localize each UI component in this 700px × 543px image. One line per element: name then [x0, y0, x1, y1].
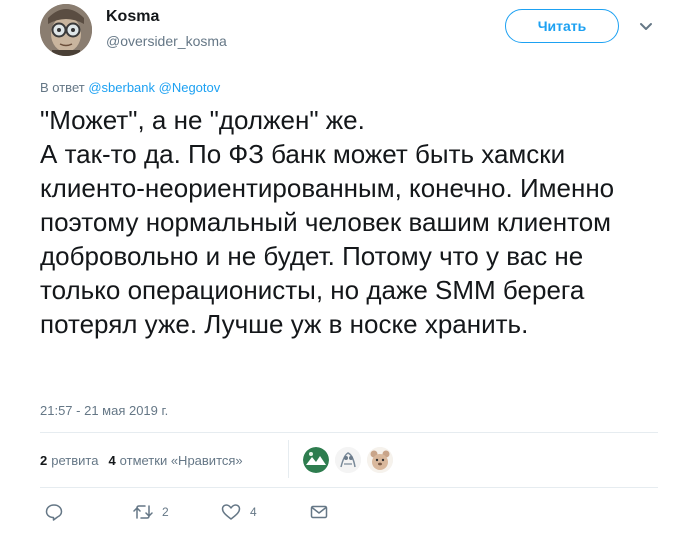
likes-label: отметки «Нравится»: [119, 452, 243, 468]
retweets-count: 2: [40, 452, 48, 468]
liker-avatar[interactable]: [367, 447, 393, 473]
retweet-button[interactable]: 2: [132, 502, 169, 522]
retweet-icon: [132, 502, 154, 522]
author-avatar[interactable]: [40, 4, 92, 56]
follow-button[interactable]: Читать: [505, 9, 619, 43]
mention-link[interactable]: @sberbank: [88, 80, 155, 95]
like-count: 4: [250, 505, 257, 519]
liker-avatar[interactable]: [303, 447, 329, 473]
tweet-stats: 2 ретвита 4 отметки «Нравится»: [40, 447, 253, 473]
like-button[interactable]: 4: [220, 502, 257, 522]
retweet-count: 2: [162, 505, 169, 519]
liker-avatar[interactable]: [335, 447, 361, 473]
envelope-icon: [309, 502, 329, 522]
author-name[interactable]: Kosma: [106, 8, 159, 26]
reply-icon: [44, 502, 64, 522]
reply-button[interactable]: [44, 502, 64, 522]
divider: [40, 432, 658, 433]
retweets-stat[interactable]: 2 ретвита: [40, 453, 98, 468]
retweets-label: ретвита: [51, 452, 99, 468]
likes-count: 4: [108, 452, 116, 468]
stats-separator: [288, 440, 289, 478]
direct-message-button[interactable]: [309, 502, 329, 522]
tweet-text: "Может", а не "должен" же. А так-то да. …: [40, 105, 615, 339]
chevron-down-icon[interactable]: [638, 20, 654, 32]
heart-icon: [220, 502, 242, 522]
author-handle[interactable]: @oversider_kosma: [106, 33, 227, 49]
likes-stat[interactable]: 4 отметки «Нравится»: [108, 453, 242, 468]
likers-avatars: [303, 447, 393, 473]
mention-link[interactable]: @Negotov: [159, 80, 221, 95]
tweet-timestamp[interactable]: 21:57 - 21 мая 2019 г.: [40, 403, 168, 418]
reply-context: В ответ @sberbank @Negotov: [40, 80, 220, 95]
reply-prefix: В ответ: [40, 80, 85, 95]
divider: [40, 487, 658, 488]
